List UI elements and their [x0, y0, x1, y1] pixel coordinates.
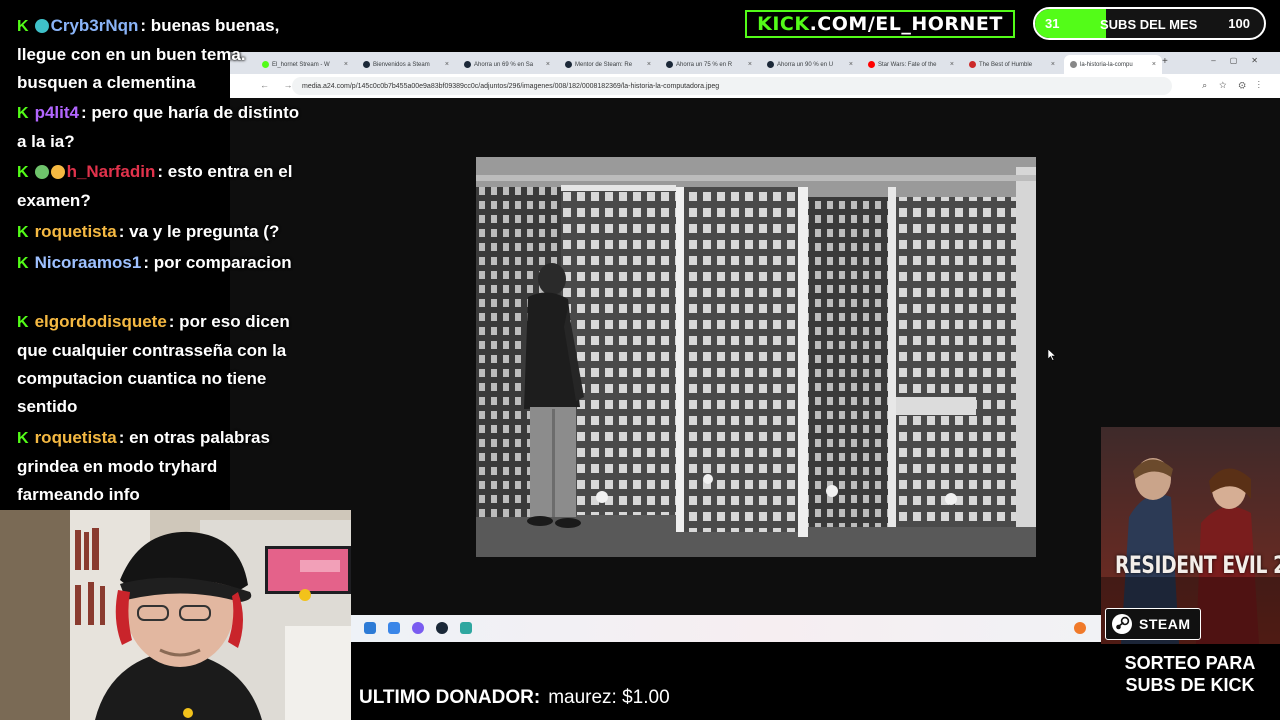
game-cover-art: RESIDENT EVIL 2 STEAM	[1101, 427, 1280, 644]
chat-username: Nicoraamos1	[34, 253, 142, 272]
browser-tab[interactable]: Ahorra un 90 % en U ×	[761, 55, 859, 74]
extension-icons[interactable]: ⌕☆⚙⋮	[1202, 80, 1272, 91]
close-tab-icon[interactable]: ×	[546, 61, 550, 68]
giveaway-line-2: SUBS DE KICK	[1125, 675, 1255, 695]
steam-icon	[464, 61, 471, 68]
steam-icon[interactable]	[436, 622, 448, 634]
chat-username: elgordodisquete	[34, 312, 167, 331]
historic-computer-photo	[476, 157, 1036, 557]
chat-overlay: K Cryb3rNqn: buenas buenas, llegue con en…	[0, 0, 310, 510]
kick-icon: K	[17, 105, 29, 122]
subs-current-count: 31	[1045, 16, 1060, 31]
chat-message: Kh_Narfadin: esto entra en el examen?	[17, 158, 302, 215]
close-tab-icon[interactable]: ×	[1152, 61, 1156, 68]
game-title: RESIDENT EVIL 2	[1115, 551, 1280, 579]
subs-goal-bar: 31 SUBS DEL MES 100	[1033, 7, 1266, 40]
taskbar-app-icon[interactable]	[412, 622, 424, 634]
giveaway-line-1: SORTEO PARA	[1124, 653, 1256, 673]
browser-tab-label: Ahorra un 90 % en U	[777, 61, 834, 68]
kick-icon: K	[17, 164, 29, 181]
steam-label: STEAM	[1139, 616, 1191, 632]
address-bar[interactable]: media.a24.com/p/145c0c0b7b455a00e9a83bf0…	[292, 77, 1172, 95]
webcam-feed	[0, 510, 351, 720]
close-tab-icon[interactable]: ×	[647, 61, 651, 68]
steam-badge: STEAM	[1105, 608, 1201, 640]
steam-icon	[666, 61, 673, 68]
browser-tab-label: Star Wars: Fate of the	[878, 61, 937, 68]
close-tab-icon[interactable]: ×	[1051, 61, 1055, 68]
chat-message: Kroquetista: va y le pregunta (?	[17, 218, 302, 247]
humble-icon	[969, 61, 976, 68]
subs-goal-target: 100	[1228, 16, 1250, 31]
verified-badge-icon	[34, 165, 49, 179]
taskbar-app-icon[interactable]	[460, 622, 472, 634]
mouse-cursor-icon	[1048, 349, 1056, 361]
channel-url: .COM/EL_HORNET	[809, 13, 1003, 35]
close-tab-icon[interactable]: ×	[748, 61, 752, 68]
chat-message: Kelgordodisquete: por eso dicen que cual…	[17, 308, 302, 421]
steam-icon	[363, 61, 370, 68]
chat-username: p4lit4	[34, 103, 79, 122]
browser-tab-label: Mentor de Steam: Re	[575, 61, 633, 68]
window-controls[interactable]: –▢✕	[1211, 56, 1272, 65]
last-donor-value: maurez: $1.00	[548, 687, 670, 708]
kick-icon: K	[17, 224, 29, 241]
browser-tab-label: Ahorra un 69 % en Sa	[474, 61, 534, 68]
subs-goal-label: SUBS DEL MES	[1100, 17, 1198, 32]
steam-icon	[767, 61, 774, 68]
browser-tab[interactable]: Mentor de Steam: Re ×	[559, 55, 657, 74]
kick-icon: K	[17, 255, 29, 272]
browser-tab-label: Bienvenidos a Steam	[373, 61, 430, 68]
new-tab-icon[interactable]: +	[1162, 56, 1168, 67]
streamer-webcam-illustration	[0, 510, 351, 720]
chat-username: roquetista	[34, 222, 117, 241]
chat-username: Cryb3rNqn	[50, 16, 139, 35]
steam-icon	[1112, 614, 1132, 634]
browser-tab[interactable]: Bienvenidos a Steam ×	[357, 55, 455, 74]
chat-message: K Nicoraamos1: por comparacion	[17, 249, 302, 278]
chat-message: K Cryb3rNqn: buenas buenas, llegue con en…	[17, 12, 302, 97]
kick-icon: K	[17, 430, 29, 447]
computer-room-illustration	[476, 157, 1036, 557]
browser-tab-label: la-historia-la-compu	[1080, 61, 1133, 68]
browser-tab[interactable]: Ahorra un 75 % en R ×	[660, 55, 758, 74]
coin-badge-icon	[50, 165, 65, 179]
browser-tab-label: Ahorra un 75 % en R	[676, 61, 733, 68]
close-tab-icon[interactable]: ×	[344, 61, 348, 68]
sub-badge-icon	[34, 19, 49, 33]
kick-channel-banner: KICK .COM/EL_HORNET	[745, 10, 1015, 38]
browser-tab[interactable]: Ahorra un 69 % en Sa ×	[458, 55, 556, 74]
notification-icon[interactable]	[1074, 622, 1086, 634]
kick-icon: K	[17, 314, 29, 331]
address-bar-url: media.a24.com/p/145c0c0b7b455a00e9a83bf0…	[302, 82, 720, 90]
close-tab-icon[interactable]: ×	[445, 61, 449, 68]
chat-message: Kp4lit4: pero que haría de distinto a la…	[17, 99, 302, 156]
chat-text: : va y le pregunta (?	[118, 222, 280, 241]
image-icon	[1070, 61, 1077, 68]
chat-message: Kroquetista: en otras palabras grindea e…	[17, 424, 302, 509]
kick-logo-text: KICK	[757, 13, 810, 35]
taskbar-app-icon[interactable]	[364, 622, 376, 634]
browser-tab[interactable]: Star Wars: Fate of the ×	[862, 55, 960, 74]
browser-toolbar: ← → ↻ media.a24.com/p/145c0c0b7b455a00e9…	[230, 74, 1280, 98]
last-donor-label: ULTIMO DONADOR:	[359, 687, 541, 708]
youtube-icon	[868, 61, 875, 68]
close-tab-icon[interactable]: ×	[849, 61, 853, 68]
taskbar-app-icon[interactable]	[388, 622, 400, 634]
browser-tab[interactable]: The Best of Humble ×	[963, 55, 1061, 74]
steam-icon	[565, 61, 572, 68]
last-donor-banner: ULTIMO DONADOR: maurez: $1.00	[359, 687, 670, 709]
close-tab-icon[interactable]: ×	[950, 61, 954, 68]
chat-username: roquetista	[34, 428, 117, 447]
browser-tab-label: The Best of Humble	[979, 61, 1033, 68]
giveaway-text: SORTEO PARA SUBS DE KICK	[1100, 652, 1280, 696]
tab-bar: El_hornet Stream - W × Bienvenidos a Steam…	[230, 52, 1280, 74]
chat-text: : por comparacion	[143, 253, 292, 272]
chat-username: h_Narfadin	[66, 162, 156, 181]
browser-tab[interactable]: la-historia-la-compu ×	[1064, 55, 1162, 74]
kick-icon: K	[17, 18, 29, 35]
